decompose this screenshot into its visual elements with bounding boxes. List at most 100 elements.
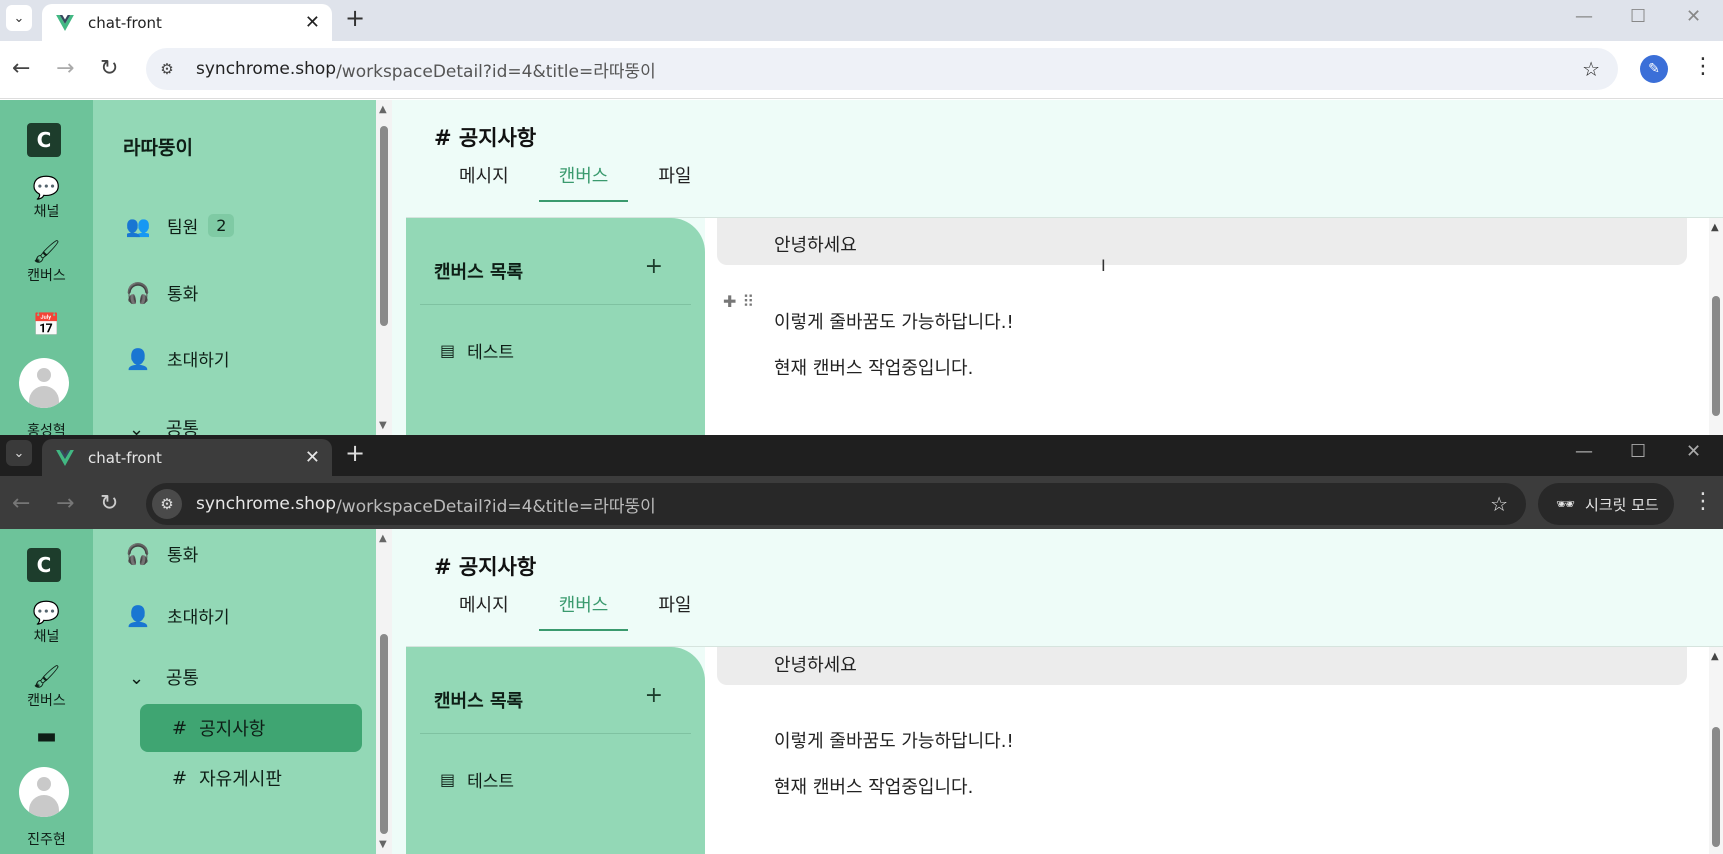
icon-rail: C 💬 채널 🖌 캔버스 📅 홍성혁 bbox=[0, 100, 93, 435]
rail-item-canvas[interactable]: 🖌 캔버스 bbox=[0, 666, 93, 710]
tab-messages[interactable]: 메시지 bbox=[439, 591, 529, 631]
tab-files[interactable]: 파일 bbox=[638, 162, 711, 202]
sidebar-item-members[interactable]: 👥 팀원 2 bbox=[123, 213, 235, 238]
browser-tab[interactable]: chat-front ✕ bbox=[42, 439, 332, 476]
canvas-list-item[interactable]: ▤ 테스트 bbox=[440, 767, 514, 792]
tab-canvas[interactable]: 캔버스 bbox=[538, 162, 629, 202]
app-logo[interactable]: C bbox=[27, 123, 61, 157]
vue-logo-icon bbox=[56, 449, 74, 466]
rail-item-calendar[interactable]: ▬ bbox=[0, 725, 93, 749]
browser-menu-icon[interactable]: ⋮ bbox=[1692, 489, 1714, 514]
scroll-thumb[interactable] bbox=[380, 634, 388, 834]
maximize-icon[interactable]: ☐ bbox=[1630, 441, 1646, 462]
rail-item-channel[interactable]: 💬 채널 bbox=[0, 177, 93, 221]
rail-item-channel[interactable]: 💬 채널 bbox=[0, 602, 93, 646]
rail-item-calendar[interactable]: 📅 bbox=[0, 314, 93, 338]
editor-scrollbar[interactable]: ▲ bbox=[1709, 218, 1723, 435]
forward-icon[interactable]: → bbox=[56, 491, 74, 516]
incognito-badge[interactable]: 🕶 시크릿 모드 bbox=[1538, 483, 1674, 525]
tab-files[interactable]: 파일 bbox=[638, 591, 711, 631]
close-window-icon[interactable]: ✕ bbox=[1686, 441, 1701, 462]
document-icon: ▤ bbox=[440, 770, 456, 789]
tab-messages[interactable]: 메시지 bbox=[439, 162, 529, 202]
add-canvas-button[interactable]: + bbox=[645, 683, 663, 708]
canvas-editor[interactable]: 안녕하세요 ✚⠿ 이렇게 줄바꿈도 가능하답니다.! 현재 캔버스 작업중입니다… bbox=[705, 218, 1723, 435]
minimize-icon[interactable]: — bbox=[1575, 6, 1593, 27]
drag-handle-icon[interactable]: ✚⠿ bbox=[723, 292, 760, 311]
site-info-icon[interactable]: ⚙ bbox=[152, 489, 182, 519]
channel-item-notice[interactable]: # 공지사항 bbox=[140, 704, 362, 752]
scroll-down-icon[interactable]: ▼ bbox=[379, 839, 387, 850]
editor-block-highlighted[interactable]: 안녕하세요 bbox=[717, 218, 1687, 265]
incognito-label: 시크릿 모드 bbox=[1585, 495, 1659, 514]
maximize-icon[interactable]: ☐ bbox=[1630, 6, 1646, 27]
forward-icon[interactable]: → bbox=[56, 56, 74, 81]
scroll-down-icon[interactable]: ▼ bbox=[379, 420, 387, 431]
url-path: /workspaceDetail?id=4&title=라따뚱이 bbox=[336, 61, 656, 82]
sidebar-item-label: 통화 bbox=[167, 546, 199, 566]
avatar[interactable] bbox=[19, 767, 69, 817]
avatar[interactable] bbox=[19, 358, 69, 408]
new-tab-button[interactable]: + bbox=[345, 4, 365, 32]
editor-line[interactable]: 현재 캔버스 작업중입니다. bbox=[774, 354, 973, 380]
sidebar-scrollbar[interactable]: ▲ ▼ bbox=[376, 529, 392, 854]
address-bar[interactable]: ⚙ synchrome.shop/workspaceDetail?id=4&ti… bbox=[146, 48, 1618, 90]
site-info-icon[interactable]: ⚙ bbox=[152, 54, 182, 84]
back-icon[interactable]: ← bbox=[12, 491, 30, 516]
add-canvas-button[interactable]: + bbox=[645, 254, 663, 279]
tab-close-icon[interactable]: ✕ bbox=[305, 12, 320, 33]
canvas-list: 캔버스 목록 + ▤ 테스트 bbox=[406, 218, 705, 435]
tab-strip: ⌄ chat-front ✕ + — ☐ ✕ bbox=[0, 0, 1723, 41]
minimize-icon[interactable]: — bbox=[1575, 441, 1593, 462]
reload-icon[interactable]: ↻ bbox=[100, 56, 118, 81]
bookmark-star-icon[interactable]: ☆ bbox=[1582, 57, 1600, 81]
editor-line[interactable]: 현재 캔버스 작업중입니다. bbox=[774, 773, 973, 799]
profile-avatar-icon[interactable]: ✎ bbox=[1640, 55, 1668, 83]
scroll-up-icon[interactable]: ▲ bbox=[379, 104, 387, 115]
scroll-thumb[interactable] bbox=[380, 126, 388, 326]
new-tab-button[interactable]: + bbox=[345, 439, 365, 467]
app-logo[interactable]: C bbox=[27, 548, 61, 582]
sidebar: 🎧 통화 👤 초대하기 ⌄ 공통 # 공지사항 # 자유게시판 bbox=[93, 529, 376, 854]
workspace-name: 라따뚱이 bbox=[123, 137, 193, 159]
editor-line[interactable]: 이렇게 줄바꿈도 가능하답니다.! bbox=[774, 308, 1014, 334]
scroll-up-icon[interactable]: ▲ bbox=[1711, 222, 1719, 233]
sidebar-item-call[interactable]: 🎧 통화 bbox=[123, 541, 199, 567]
sidebar-item-invite[interactable]: 👤 초대하기 bbox=[123, 346, 230, 372]
bookmark-star-icon[interactable]: ☆ bbox=[1490, 492, 1508, 516]
scroll-thumb[interactable] bbox=[1712, 727, 1720, 847]
tab-close-icon[interactable]: ✕ bbox=[305, 447, 320, 468]
editor-block-highlighted[interactable]: 안녕하세요 bbox=[717, 647, 1687, 685]
sidebar-item-call[interactable]: 🎧 통화 bbox=[123, 280, 199, 306]
tab-canvas[interactable]: 캔버스 bbox=[538, 591, 629, 631]
tab-strip: ⌄ chat-front ✕ + — ☐ ✕ bbox=[0, 435, 1723, 476]
editor-scrollbar[interactable]: ▲ bbox=[1709, 647, 1723, 854]
close-window-icon[interactable]: ✕ bbox=[1686, 6, 1701, 27]
sidebar-item-label: 초대하기 bbox=[167, 351, 230, 371]
brush-icon: 🖌 bbox=[32, 665, 61, 690]
channel-group[interactable]: ⌄ 공통 bbox=[129, 664, 199, 690]
canvas-list-item[interactable]: ▤ 테스트 bbox=[440, 338, 514, 363]
editor-line[interactable]: 이렇게 줄바꿈도 가능하답니다.! bbox=[774, 727, 1014, 753]
channel-item-free-board[interactable]: # 자유게시판 bbox=[140, 754, 362, 802]
scroll-up-icon[interactable]: ▲ bbox=[1711, 651, 1719, 662]
rail-item-label: 캔버스 bbox=[27, 693, 66, 709]
scroll-thumb[interactable] bbox=[1712, 296, 1720, 416]
browser-tab[interactable]: chat-front ✕ bbox=[42, 4, 332, 41]
back-icon[interactable]: ← bbox=[12, 56, 30, 81]
channel-group[interactable]: ⌄ 공통 bbox=[129, 415, 199, 435]
sidebar-scrollbar[interactable]: ▲ ▼ bbox=[376, 100, 392, 435]
icon-rail: C 💬 채널 🖌 캔버스 ▬ 진주현 bbox=[0, 529, 93, 854]
scroll-up-icon[interactable]: ▲ bbox=[379, 533, 387, 544]
tab-search-icon[interactable]: ⌄ bbox=[6, 5, 32, 31]
rail-item-canvas[interactable]: 🖌 캔버스 bbox=[0, 241, 93, 285]
canvas-list-title: 캔버스 목록 bbox=[434, 691, 524, 712]
canvas-editor[interactable]: 안녕하세요 이렇게 줄바꿈도 가능하답니다.! 현재 캔버스 작업중입니다. ▲ bbox=[705, 647, 1723, 854]
browser-menu-icon[interactable]: ⋮ bbox=[1692, 54, 1714, 79]
sidebar-item-invite[interactable]: 👤 초대하기 bbox=[123, 603, 230, 629]
tab-search-icon[interactable]: ⌄ bbox=[6, 440, 32, 466]
divider bbox=[420, 304, 691, 305]
reload-icon[interactable]: ↻ bbox=[100, 491, 118, 516]
channel-label: 자유게시판 bbox=[199, 769, 282, 790]
address-bar[interactable]: ⚙ synchrome.shop/workspaceDetail?id=4&ti… bbox=[146, 483, 1526, 525]
